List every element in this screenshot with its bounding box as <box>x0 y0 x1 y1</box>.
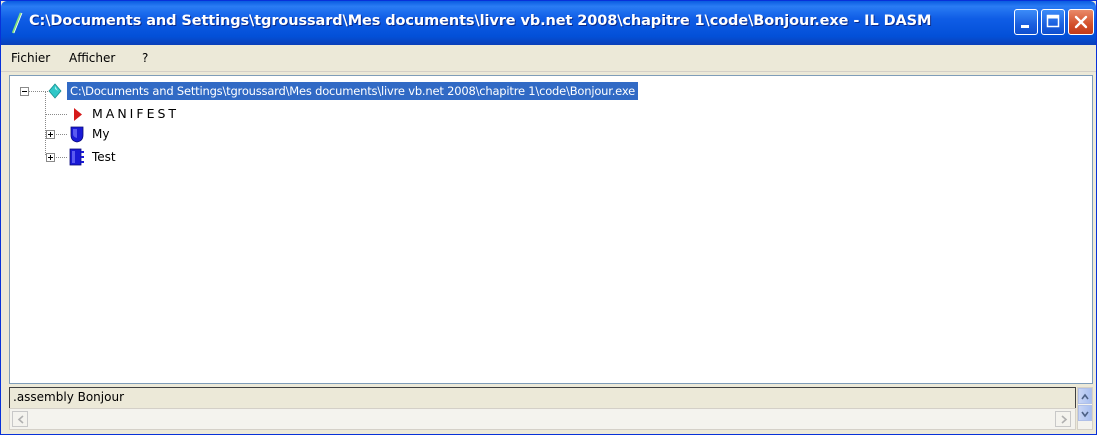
close-icon <box>1074 15 1088 29</box>
horizontal-scrollbar[interactable] <box>9 408 1076 430</box>
window-title: C:\Documents and Settings\tgroussard\Mes… <box>29 13 932 29</box>
arrow-left-icon <box>17 415 24 424</box>
scroll-right-button[interactable] <box>1055 411 1071 427</box>
tree-node-manifest[interactable]: MANIFEST <box>92 106 179 121</box>
arrow-up-icon <box>1081 393 1089 400</box>
tree-node-test[interactable]: Test <box>92 150 116 164</box>
assembly-tree-view[interactable]: C:\Documents and Settings\tgroussard\Mes… <box>9 75 1093 384</box>
maximize-button[interactable] <box>1041 9 1065 35</box>
tree-connector-line <box>45 114 67 115</box>
root-collapse-toggle[interactable] <box>20 87 29 96</box>
arrow-right-icon <box>1061 415 1068 424</box>
menu-help[interactable]: ? <box>142 51 148 65</box>
vertical-scrollbar[interactable] <box>1077 387 1093 430</box>
manifest-arrow-icon <box>74 108 82 121</box>
class-icon <box>69 148 84 166</box>
tree-connector-line <box>45 91 46 155</box>
arrow-down-icon <box>1081 411 1089 418</box>
menu-bar: Fichier Afficher ? <box>1 45 1096 72</box>
ildasm-window: C:\Documents and Settings\tgroussard\Mes… <box>0 0 1097 435</box>
assembly-diamond-icon <box>48 83 62 99</box>
minimize-button[interactable] <box>1014 9 1038 35</box>
menu-afficher[interactable]: Afficher <box>69 51 115 65</box>
info-pane[interactable]: .assembly Bonjour <box>9 387 1076 409</box>
close-button[interactable] <box>1068 9 1094 35</box>
scroll-down-button[interactable] <box>1078 405 1092 421</box>
menu-fichier[interactable]: Fichier <box>11 51 50 65</box>
scroll-up-button[interactable] <box>1078 388 1092 404</box>
expand-my-toggle[interactable] <box>46 130 55 139</box>
ildasm-app-icon <box>11 12 23 34</box>
namespace-shield-icon <box>70 126 84 143</box>
scroll-left-button[interactable] <box>12 411 28 427</box>
title-bar[interactable]: C:\Documents and Settings\tgroussard\Mes… <box>1 1 1096 45</box>
maximize-icon <box>1046 14 1060 28</box>
minimize-icon <box>1021 25 1029 28</box>
tree-node-my[interactable]: My <box>92 127 109 141</box>
info-pane-text: .assembly Bonjour <box>13 390 125 404</box>
tree-root-node[interactable]: C:\Documents and Settings\tgroussard\Mes… <box>67 82 638 100</box>
tree-connector-line <box>28 91 48 92</box>
expand-test-toggle[interactable] <box>46 153 55 162</box>
